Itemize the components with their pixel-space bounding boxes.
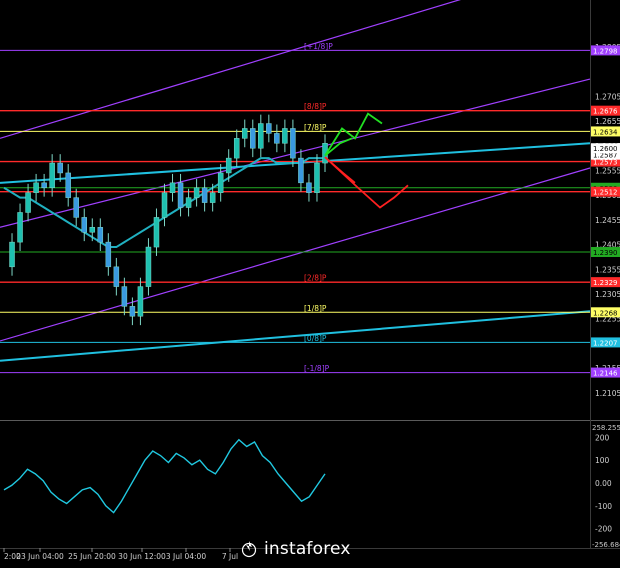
price-tick-label: 1.2355 xyxy=(595,265,620,274)
chart-window: [8/8]P [7/8]P [2/8]P [1/8]P [0/8]P [-1/8]P [+1… xyxy=(0,0,620,564)
cci-tick-label: 0.00 xyxy=(595,479,612,488)
level-price-tag-label: 1.2676 xyxy=(593,108,618,116)
candle-body xyxy=(217,172,224,193)
cci-tick-label: 200 xyxy=(595,433,610,442)
price-pane[interactable] xyxy=(0,0,590,420)
candle-body xyxy=(185,197,192,208)
candle-body xyxy=(266,123,272,134)
cci-pane[interactable] xyxy=(0,420,590,548)
candle-body xyxy=(177,182,184,208)
candle-body xyxy=(89,227,96,233)
level-price-tag-label: 1.2512 xyxy=(593,189,618,197)
level-price-tag-label: 1.2390 xyxy=(593,249,618,257)
candle-body xyxy=(81,217,87,233)
cci-tick-label: -100 xyxy=(595,502,612,511)
brand-logo: instaforex xyxy=(240,536,390,562)
time-tick-label: 23 Jun 04:00 xyxy=(16,552,64,561)
time-tick-label: 3 Jul 04:00 xyxy=(166,552,206,561)
candle-body xyxy=(105,241,112,268)
candle-body xyxy=(49,162,55,189)
candle-body xyxy=(193,187,200,198)
current-price-tag-label: 1.2600 xyxy=(593,145,618,153)
level-price-tag-label: 1.2634 xyxy=(593,128,618,136)
candle-body xyxy=(25,192,31,213)
murrey-level-label-9: [-1/8]P xyxy=(304,364,330,373)
candle-body xyxy=(169,182,176,193)
candle-body xyxy=(314,162,320,193)
candle-body xyxy=(161,192,168,218)
candle-body xyxy=(250,128,256,149)
candle-body xyxy=(145,246,152,287)
candle-body xyxy=(129,306,136,317)
price-tick-label: 1.2555 xyxy=(595,166,620,175)
trading-chart[interactable]: [8/8]P [7/8]P [2/8]P [1/8]P [0/8]P [-1/8]P [+1… xyxy=(0,0,620,564)
candle-body xyxy=(282,128,288,144)
cci-tick-label: 100 xyxy=(595,456,610,465)
level-price-tag-label: 1.2573 xyxy=(593,159,618,167)
candle-body xyxy=(33,182,39,193)
cci-axis: 200 100 0.00 -100 -200 258.2554 -256.684 xyxy=(592,424,620,549)
candle-body xyxy=(73,197,79,218)
level-price-tag-label: 1.2146 xyxy=(593,370,618,378)
candle-body xyxy=(225,157,232,174)
level-price-tag-label: 1.2268 xyxy=(593,309,618,317)
candle-body xyxy=(113,266,120,287)
candle-body xyxy=(121,286,128,307)
candle-body xyxy=(233,138,240,159)
price-tick-label: 1.2455 xyxy=(595,216,620,225)
time-axis: 2:0023 Jun 04:00 25 Jun 20:00 30 Jun 12:00… xyxy=(3,548,238,561)
brand-icon xyxy=(241,541,257,558)
price-tick-label: 1.2655 xyxy=(595,117,620,126)
candle-body xyxy=(242,128,248,139)
candle-body xyxy=(137,286,144,317)
murrey-level-label-8: [0/8]P xyxy=(304,334,327,343)
time-tick-label: 25 Jun 20:00 xyxy=(68,552,116,561)
cci-max-label: 258.2554 xyxy=(592,424,620,432)
murrey-level-label-7: [1/8]P xyxy=(304,304,327,313)
murrey-level-label-6: [2/8]P xyxy=(304,274,327,283)
candle-body xyxy=(274,133,280,144)
murrey-level-label-10: [+1/8]P xyxy=(304,42,333,51)
candle-body xyxy=(306,182,312,193)
candle-body xyxy=(41,182,47,189)
cci-min-label: -256.684 xyxy=(592,541,620,549)
price-tick-label: 1.2705 xyxy=(595,92,620,101)
price-tick-label: 1.2305 xyxy=(595,290,620,299)
candle-body xyxy=(258,123,264,149)
candle-body xyxy=(290,128,296,159)
level-price-tag-label: 1.2798 xyxy=(593,47,618,55)
candle-body xyxy=(57,162,63,174)
level-price-tag-label: 1.2207 xyxy=(593,339,618,347)
level-price-tag-label: 1.2329 xyxy=(593,279,618,287)
candle-body xyxy=(9,241,15,268)
murrey-level-label-0: [8/8]P xyxy=(304,102,327,111)
time-tick-label: 30 Jun 12:00 xyxy=(118,552,166,561)
candle-body xyxy=(209,192,216,203)
candle-body xyxy=(298,157,304,184)
cci-tick-label: -200 xyxy=(595,525,612,534)
candle-body xyxy=(153,217,160,248)
murrey-level-label-1: [7/8]P xyxy=(304,123,327,132)
candle-body xyxy=(17,212,23,243)
price-tick-label: 1.2105 xyxy=(595,389,620,398)
candle-body xyxy=(201,187,208,203)
time-tick-label: 7 Jul xyxy=(222,552,238,561)
candle-body xyxy=(97,227,104,243)
brand-name: instaforex xyxy=(264,539,351,559)
candle-body xyxy=(65,172,71,198)
